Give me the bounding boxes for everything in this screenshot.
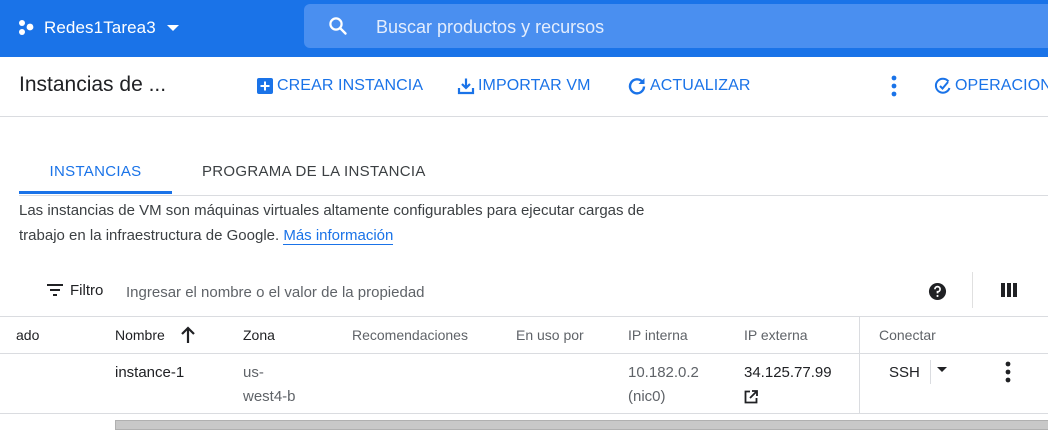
instance-internal-ip: 10.182.0.2 [628, 364, 699, 381]
column-internal-ip-header[interactable]: IP interna [628, 327, 688, 343]
filter-divider [972, 272, 973, 308]
refresh-icon [628, 78, 646, 95]
column-status-header[interactable]: ado [16, 327, 39, 343]
filter-label: Filtro [70, 282, 104, 299]
create-instance-button[interactable]: CREAR INSTANCIA [256, 75, 423, 97]
top-app-bar: Redes1Tarea3 [0, 0, 1048, 57]
page-toolbar: Instancias de ... CREAR INSTANCIA IMPORT… [0, 57, 1048, 117]
project-dots-icon [19, 20, 34, 35]
row-more-vert-icon[interactable] [1000, 360, 1016, 384]
import-icon [457, 78, 475, 95]
ssh-dropdown-icon[interactable] [936, 366, 948, 374]
tab-instance-schedule[interactable]: PROGRAMA DE LA INSTANCIA [202, 150, 426, 194]
column-name-header[interactable]: Nombre [115, 327, 165, 343]
operations-label: OPERACIONE [955, 77, 1048, 94]
filter-list-icon [47, 284, 63, 296]
project-selector[interactable]: Redes1Tarea3 [17, 14, 180, 42]
refresh-button[interactable]: ACTUALIZAR [627, 75, 751, 97]
instance-internal-nic: (nic0) [628, 388, 666, 405]
table-row: instance-1 us- west4-b 10.182.0.2 (nic0)… [0, 352, 1048, 414]
column-in-use-by-header[interactable]: En uso por [516, 327, 584, 343]
filter-input[interactable] [124, 280, 628, 304]
tab-instances[interactable]: INSTANCIAS [19, 150, 172, 194]
tab-bar: INSTANCIAS PROGRAMA DE LA INSTANCIA [19, 150, 1048, 196]
dropdown-arrow-icon [166, 25, 179, 31]
learn-more-link[interactable]: Más información [283, 227, 394, 245]
column-name-label: Nombre [115, 327, 165, 343]
operations-icon [934, 77, 951, 94]
instance-name[interactable]: instance-1 [115, 360, 184, 385]
add-box-icon [257, 78, 273, 94]
more-vert-icon[interactable] [885, 75, 903, 97]
project-name: Redes1Tarea3 [44, 18, 156, 37]
instance-zone-line1: us- [243, 364, 264, 381]
column-connect-header: Conectar [879, 327, 936, 343]
ssh-split-divider [930, 360, 931, 384]
search-icon[interactable] [328, 16, 348, 36]
import-vm-label: IMPORTAR VM [478, 77, 591, 94]
description: Las instancias de VM son máquinas virtua… [19, 198, 659, 248]
instance-external-ip: 34.125.77.99 [744, 364, 832, 381]
refresh-label: ACTUALIZAR [650, 77, 751, 94]
open-in-new-icon[interactable] [744, 390, 758, 404]
filter-bar: Filtro [0, 272, 1048, 310]
page-title: Instancias de ... [19, 73, 167, 96]
sort-ascending-icon[interactable] [180, 326, 196, 344]
create-instance-label: CREAR INSTANCIA [277, 77, 424, 94]
column-external-ip-header[interactable]: IP externa [744, 327, 808, 343]
table-header: ado Nombre Zona Recomendaciones En uso p… [0, 316, 1048, 354]
ssh-button[interactable]: SSH [889, 360, 920, 385]
column-zone-header[interactable]: Zona [243, 327, 275, 343]
search-input[interactable] [374, 12, 978, 42]
column-recommendations-header[interactable]: Recomendaciones [352, 327, 468, 343]
help-icon[interactable] [928, 282, 947, 301]
connect-column-divider [859, 352, 860, 413]
import-vm-button[interactable]: IMPORTAR VM [457, 75, 591, 97]
horizontal-scrollbar[interactable] [115, 420, 1048, 430]
instance-zone-line2: west4-b [243, 388, 296, 405]
connect-column-divider [859, 317, 860, 353]
column-display-icon[interactable] [1000, 282, 1018, 298]
search-bar[interactable] [304, 4, 1048, 48]
operations-button[interactable]: OPERACIONE [934, 75, 1048, 97]
